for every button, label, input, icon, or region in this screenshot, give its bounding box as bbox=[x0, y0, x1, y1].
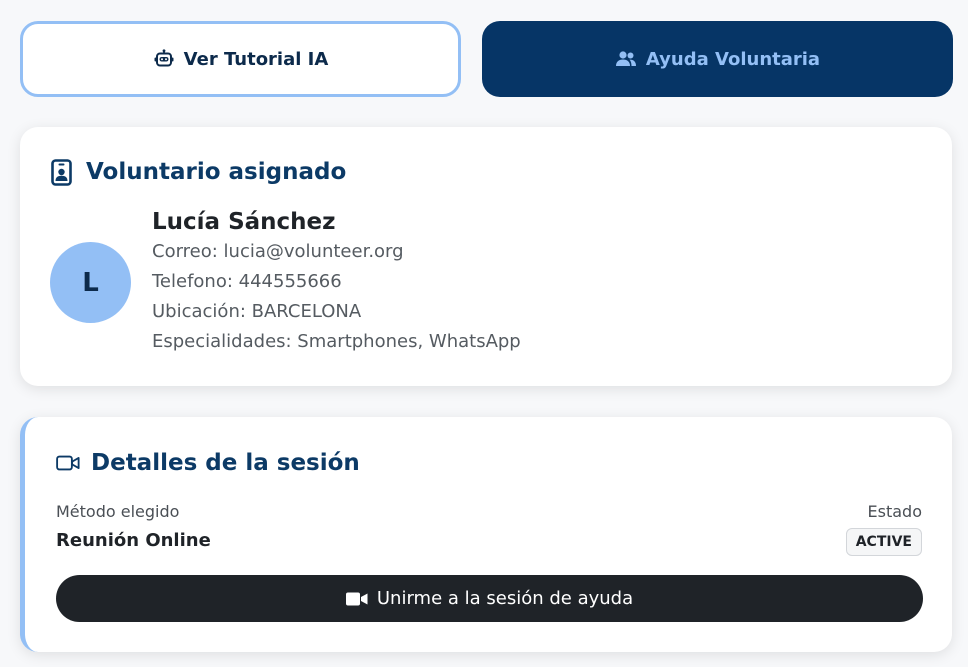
users-icon bbox=[615, 48, 637, 70]
avatar: L bbox=[50, 242, 131, 323]
volunteer-email: Correo: lucia@volunteer.org bbox=[152, 241, 404, 262]
volunteer-name: Lucía Sánchez bbox=[152, 209, 336, 235]
method-value: Reunión Online bbox=[56, 530, 211, 551]
volunteer-specialties: Especialidades: Smartphones, WhatsApp bbox=[152, 331, 521, 352]
volunteer-location: Ubicación: BARCELONA bbox=[152, 301, 362, 322]
tutorial-ia-label: Ver Tutorial IA bbox=[183, 48, 329, 70]
video-icon bbox=[345, 591, 368, 607]
status-badge: ACTIVE bbox=[845, 528, 922, 556]
join-session-button[interactable]: Unirme a la sesión de ayuda bbox=[56, 575, 923, 622]
join-session-label: Unirme a la sesión de ayuda bbox=[376, 588, 634, 609]
id-badge-icon bbox=[51, 158, 75, 186]
volunteer-phone: Telefono: 444555666 bbox=[152, 271, 342, 292]
video-camera-icon bbox=[56, 449, 80, 477]
help-mode-tabs: Ver Tutorial IA Ayuda Voluntaria bbox=[20, 21, 953, 97]
ayuda-voluntaria-button[interactable]: Ayuda Voluntaria bbox=[482, 21, 953, 97]
session-card-title-text: Detalles de la sesión bbox=[91, 450, 360, 476]
session-details-card: Detalles de la sesión Método elegido Est… bbox=[20, 417, 952, 652]
session-card-title: Detalles de la sesión bbox=[56, 449, 360, 477]
tutorial-ia-button[interactable]: Ver Tutorial IA bbox=[20, 21, 461, 97]
method-label: Método elegido bbox=[56, 502, 180, 521]
volunteer-card-title-text: Voluntario asignado bbox=[86, 159, 347, 185]
volunteer-card-title: Voluntario asignado bbox=[51, 158, 346, 186]
status-label: Estado bbox=[867, 502, 922, 521]
ayuda-voluntaria-label: Ayuda Voluntaria bbox=[645, 48, 821, 70]
robot-icon bbox=[153, 48, 175, 70]
assigned-volunteer-card: Voluntario asignado L Lucía Sánchez Corr… bbox=[20, 127, 952, 386]
